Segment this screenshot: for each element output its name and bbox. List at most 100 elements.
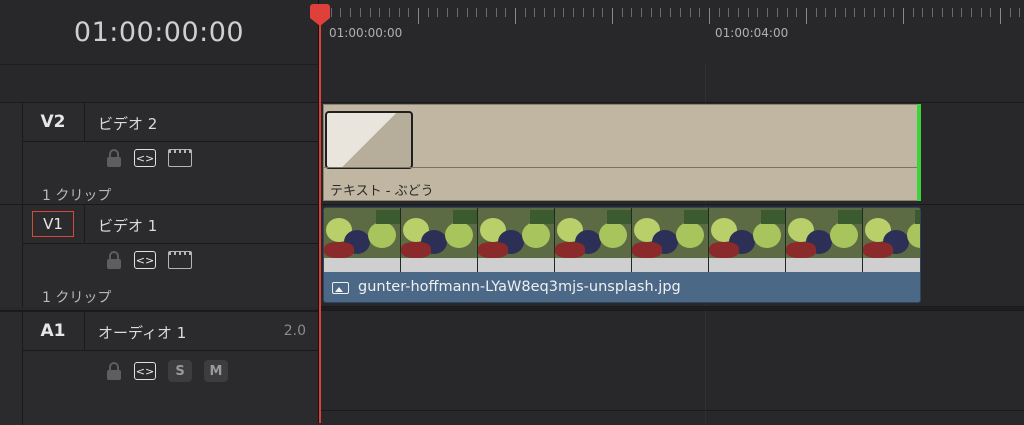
frame-detail <box>786 258 862 272</box>
ruler-tick <box>505 8 506 17</box>
image-clip-filmstrip <box>324 208 920 272</box>
ruler-tick <box>467 8 468 17</box>
filmstrip-frame <box>786 208 863 272</box>
frame-detail <box>478 258 554 272</box>
ruler-tick <box>583 8 584 17</box>
track-v2-id[interactable]: V2 <box>22 103 85 142</box>
ruler-tick <box>340 8 341 17</box>
frame-detail <box>830 222 858 248</box>
auto-select-icon[interactable]: <> <box>134 149 156 167</box>
filmstrip-frame <box>324 208 401 272</box>
track-a1-id[interactable]: A1 <box>22 312 85 351</box>
ruler-tick <box>777 8 778 17</box>
ruler-tick <box>660 8 661 17</box>
filmstrip-frame <box>555 208 632 272</box>
lock-icon[interactable] <box>106 251 122 269</box>
image-clip[interactable]: gunter-hoffmann-LYaW8eq3mjs-unsplash.jpg <box>323 207 921 303</box>
ruler-tick <box>864 8 865 17</box>
ruler-tick <box>971 8 972 17</box>
playhead-line[interactable] <box>319 12 321 423</box>
track-v2-header[interactable]: V2 ビデオ 2 <> 1 クリップ <box>0 102 318 205</box>
frame-detail <box>522 222 550 248</box>
ruler-tick <box>602 8 603 17</box>
ruler-tick <box>787 8 788 17</box>
ruler-tick <box>331 8 332 17</box>
ruler-tick <box>757 8 758 17</box>
clip-end-marker <box>917 104 921 201</box>
ruler-tick <box>428 8 429 17</box>
ruler-tick <box>728 8 729 17</box>
frame-detail <box>599 222 627 248</box>
ruler-tick <box>622 8 623 17</box>
ruler-tick <box>360 8 361 17</box>
ruler-tick <box>631 8 632 17</box>
track-v1-id[interactable]: V1 <box>32 211 74 237</box>
ruler-tick <box>457 8 458 17</box>
frame-detail <box>401 258 477 272</box>
frame-detail <box>324 242 354 258</box>
track-v1-header[interactable]: V1 ビデオ 1 <> 1 クリップ <box>0 204 318 307</box>
frame-detail <box>907 222 920 248</box>
filmstrip-frame <box>401 208 478 272</box>
lane-a1[interactable] <box>319 310 1024 411</box>
frame-detail <box>445 222 473 248</box>
ruler-tick <box>922 8 923 17</box>
ruler-tick <box>515 8 516 24</box>
filmstrip-frame <box>478 208 555 272</box>
text-clip-thumbnail <box>325 111 413 169</box>
track-a1-volume[interactable]: 2.0 <box>284 323 306 339</box>
track-a1-header[interactable]: A1 オーディオ 1 2.0 <> S M <box>0 310 318 425</box>
ruler-tick <box>913 8 914 17</box>
frame-detail <box>368 222 396 248</box>
lock-icon[interactable] <box>106 149 122 167</box>
frame-detail <box>838 210 862 224</box>
track-v2-stripe <box>0 103 23 205</box>
image-icon <box>332 282 349 294</box>
current-timecode[interactable]: 01:00:00:00 <box>0 0 318 64</box>
auto-select-icon[interactable]: <> <box>134 362 156 380</box>
ruler-tick <box>845 8 846 17</box>
ruler-tick <box>651 8 652 17</box>
track-v2-clip-count: 1 クリップ <box>42 188 112 204</box>
frame-detail <box>753 222 781 248</box>
ruler-tick <box>496 8 497 17</box>
filmstrip-icon[interactable] <box>168 251 192 269</box>
ruler-tick <box>554 8 555 17</box>
ruler-tick <box>719 8 720 17</box>
lock-icon[interactable] <box>106 362 122 380</box>
frame-detail <box>684 210 708 224</box>
auto-select-icon[interactable]: <> <box>134 251 156 269</box>
frame-detail <box>863 242 893 258</box>
track-v1-id-cell: V1 <box>22 205 85 244</box>
mute-button[interactable]: M <box>204 360 228 382</box>
track-a1-controls: <> S M <box>106 360 228 382</box>
track-a1-name[interactable]: オーディオ 1 <box>98 322 186 343</box>
track-a1-stripe <box>0 312 23 425</box>
ruler-tick <box>1010 8 1011 17</box>
filmstrip-frame <box>709 208 786 272</box>
ruler-tick <box>1019 8 1020 17</box>
timeline-area[interactable]: 01:00:00:00 01:00:04:00 テキスト - ぶどう gunte… <box>318 0 1024 423</box>
ruler-tick <box>408 8 409 17</box>
ruler-tick <box>854 8 855 17</box>
frame-detail <box>632 258 708 272</box>
ruler-tick <box>990 8 991 17</box>
frame-detail <box>555 258 631 272</box>
ruler-tick <box>932 8 933 17</box>
frame-detail <box>401 242 431 258</box>
ruler-tick <box>379 8 380 17</box>
track-v2-name[interactable]: ビデオ 2 <box>98 113 157 134</box>
ruler-tick <box>418 8 419 24</box>
solo-button[interactable]: S <box>168 360 192 382</box>
filmstrip-icon[interactable] <box>168 149 192 167</box>
text-clip[interactable]: テキスト - ぶどう <box>323 104 921 201</box>
frame-detail <box>324 258 400 272</box>
ruler-tick <box>476 8 477 17</box>
filmstrip-frame <box>632 208 709 272</box>
track-v2-controls: <> <box>106 149 192 167</box>
timeline-ruler[interactable]: 01:00:00:00 01:00:04:00 <box>319 0 1024 64</box>
ruler-tick <box>699 8 700 17</box>
track-v1-name[interactable]: ビデオ 1 <box>98 215 157 236</box>
ruler-tick <box>874 8 875 17</box>
ruler-tick <box>884 8 885 17</box>
